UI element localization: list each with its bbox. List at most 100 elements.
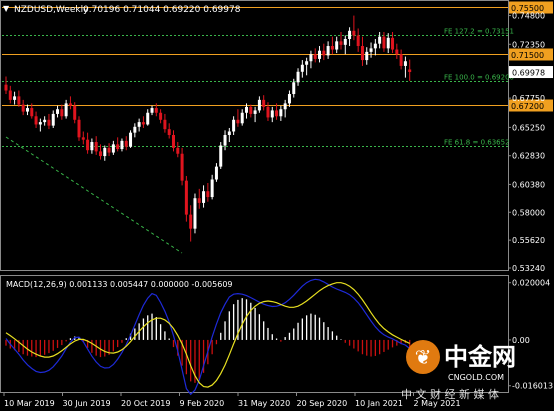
- candle-body: [146, 112, 150, 125]
- macd-indicator-label: MACD(12,26,9) 0.001133 0.005447 0.000000…: [6, 280, 233, 289]
- candle-bear: [236, 109, 240, 127]
- candle-bear: [163, 113, 167, 133]
- candle-body: [81, 137, 85, 140]
- candle-body: [232, 119, 236, 132]
- candle-bull: [227, 127, 231, 143]
- candle-body: [326, 46, 330, 56]
- candle-body: [8, 90, 12, 100]
- candle-body: [352, 30, 356, 36]
- candle-bear: [399, 49, 403, 70]
- time-tick-label: 20 Sep 2020: [297, 399, 348, 408]
- time-tick-label: 20 Oct 2019: [121, 399, 170, 408]
- candle-body: [283, 103, 287, 110]
- candle-bull: [111, 140, 115, 155]
- candle-bull: [223, 130, 227, 151]
- symbol-timeframe-label: NZDUSD,Weekly: [14, 5, 89, 15]
- candle-body: [296, 71, 300, 83]
- candle-body: [171, 135, 175, 148]
- candle-body: [193, 198, 197, 229]
- candle-body: [202, 191, 206, 203]
- candle-bull: [120, 138, 124, 152]
- candle-body: [219, 145, 223, 167]
- candle-bull: [257, 96, 261, 113]
- price-tick-label: 0.72350: [512, 40, 545, 49]
- candle-body: [339, 41, 343, 45]
- candle-body: [34, 116, 38, 125]
- time-tick-label: 30 Jun 2019: [63, 399, 111, 408]
- candle-bear: [167, 123, 171, 139]
- candle-body: [275, 110, 279, 117]
- candle-body: [90, 142, 94, 151]
- candle-bear: [360, 36, 364, 66]
- candle-bull: [133, 123, 137, 138]
- candle-bull: [403, 56, 407, 78]
- candle-bear: [81, 131, 85, 145]
- candle-bear: [77, 116, 81, 141]
- macd-main-line: [5, 278, 411, 396]
- candle-body: [13, 96, 17, 100]
- candle-bear: [124, 136, 128, 151]
- candle-body: [249, 106, 253, 114]
- candle-body: [150, 108, 154, 113]
- candle-body: [210, 179, 214, 198]
- candle-bear: [339, 31, 343, 50]
- candle-body: [176, 147, 180, 154]
- time-tick-label: 10 Jan 2021: [355, 399, 403, 408]
- candle-bull: [150, 105, 154, 116]
- main-pane-frame: [0, 0, 509, 271]
- candle-body: [159, 112, 163, 120]
- cngold-watermark: ❦ 中金网 CNGOLD.COM 中 文 财 经 新 媒 体: [401, 340, 516, 401]
- time-tick-label: 9 Feb 2020: [180, 399, 225, 408]
- current-price-label: 0.69978: [512, 69, 545, 78]
- candle-bear: [184, 175, 188, 222]
- candle-bear: [408, 59, 412, 81]
- candle-body: [343, 38, 347, 45]
- candle-body: [47, 119, 51, 126]
- candle-body: [133, 126, 137, 133]
- levels-layer: 0.75500FE 127.2 = 0.731510.71500FE 100.0…: [2, 1, 553, 147]
- price-tick-label: 0.65250: [512, 123, 545, 132]
- candle-bear: [94, 136, 98, 155]
- candle-body: [180, 153, 184, 181]
- price-tick-label: 0.67750: [512, 94, 545, 103]
- fibo-trendline[interactable]: [5, 136, 183, 254]
- candle-bear: [382, 31, 386, 52]
- candle-body: [4, 84, 8, 91]
- symbol-menu-icon[interactable]: ▼: [3, 4, 10, 13]
- candle-body: [279, 109, 283, 117]
- macd-axis: 0.0200040.00-0.016013: [508, 279, 553, 391]
- candle-body: [262, 99, 266, 107]
- candle-body: [73, 105, 77, 120]
- candle-body: [227, 131, 231, 135]
- candle-body: [403, 61, 407, 66]
- candle-bear: [116, 137, 120, 152]
- candle-body: [378, 36, 382, 44]
- candle-body: [129, 132, 133, 147]
- candle-bull: [210, 174, 214, 200]
- level-tag-label: 0.67200: [511, 102, 544, 111]
- candles-layer: [4, 15, 412, 242]
- fe-level-label: FE 127.2 = 0.73151: [444, 28, 514, 36]
- ohlc-readout: 0.70196 0.71044 0.69220 0.69978: [83, 5, 241, 15]
- candle-bear: [330, 36, 334, 55]
- candle-body: [56, 109, 60, 114]
- candle-bull: [373, 38, 377, 56]
- candle-bear: [395, 43, 399, 59]
- macd-layer: [5, 278, 411, 396]
- candle-bull: [386, 33, 390, 54]
- candle-body: [120, 140, 124, 150]
- candle-bull: [348, 27, 352, 47]
- macd-signal-line: [5, 282, 410, 388]
- candle-bull: [38, 118, 42, 132]
- candle-body: [395, 49, 399, 55]
- candle-bear: [17, 90, 21, 107]
- time-tick-label: 2 May 2021: [414, 399, 461, 408]
- candle-bull: [137, 118, 141, 132]
- candle-bear: [68, 96, 72, 110]
- candle-body: [223, 135, 227, 146]
- candle-bull: [296, 68, 300, 86]
- candle-bull: [369, 42, 373, 58]
- candle-bull: [309, 50, 313, 69]
- candle-bull: [378, 31, 382, 49]
- candle-body: [266, 106, 270, 118]
